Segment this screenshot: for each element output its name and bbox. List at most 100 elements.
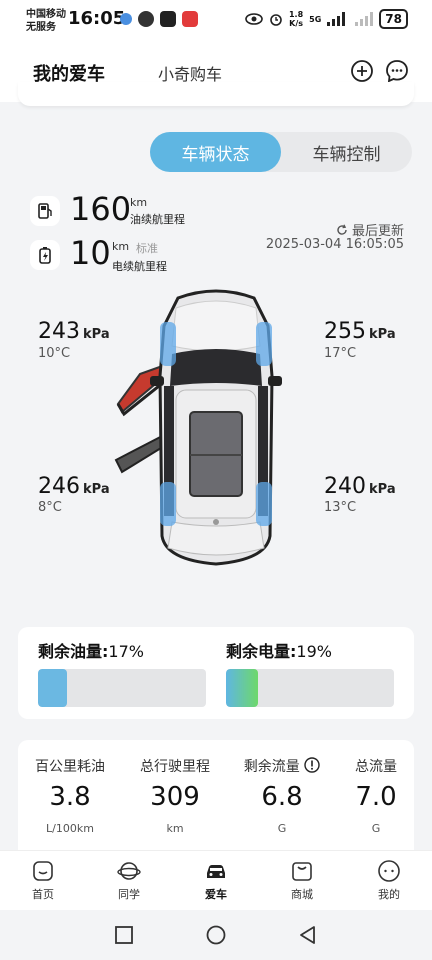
speed-unit: K/s — [289, 19, 304, 28]
fuel-level-title: 剩余油量: — [38, 642, 109, 661]
nav-label: 同学 — [118, 888, 140, 901]
fuel-level-label: 剩余油量:17% — [38, 638, 144, 662]
planet-icon — [117, 862, 141, 880]
status-bar: 中国移动 无服务 16:05 1.8 K/s 5G 78 — [0, 0, 432, 40]
electric-range-value: 10 — [70, 234, 111, 272]
fuel-level-fill — [38, 669, 67, 707]
battery-indicator: 78 — [379, 9, 408, 29]
carrier-info: 中国移动 无服务 — [26, 8, 66, 34]
alarm-icon — [270, 14, 282, 26]
fuel-level-value: 17% — [108, 642, 144, 661]
app-notification-icon — [120, 13, 132, 25]
nav-label: 首页 — [32, 888, 54, 901]
car-icon — [207, 865, 225, 878]
tire-rear-left-pressure: 246 — [38, 474, 80, 499]
battery-level-bar — [226, 669, 394, 707]
stat-unit: G — [371, 822, 381, 835]
nav-my-car[interactable]: 爱车 — [186, 859, 246, 902]
fuel-range-value: 160 — [70, 190, 132, 228]
nav-classmates[interactable]: 同学 — [99, 859, 159, 902]
stat-total-data: 总流量 7.0 G — [326, 756, 426, 835]
last-update-time: 2025-03-04 16:05:05 — [265, 237, 404, 252]
battery-level-fill — [226, 669, 258, 707]
stat-label: 总流量 — [355, 759, 397, 775]
fuel-range-unit: km — [130, 196, 148, 209]
stat-label: 总行驶里程 — [140, 759, 210, 775]
stat-label: 百公里耗油 — [35, 759, 105, 775]
stat-fuel-consumption: 百公里耗油 3.8 L/100km — [20, 756, 120, 835]
back-button[interactable] — [297, 924, 319, 946]
tire-rear-right-temp: 13°C — [324, 500, 357, 515]
driving-stats-card: 百公里耗油 3.8 L/100km 总行驶里程 309 km 剩余流量 6.8 … — [18, 740, 414, 850]
nav-home[interactable]: 首页 — [13, 859, 73, 902]
nav-label: 商城 — [291, 888, 313, 901]
signal-icon — [327, 12, 346, 26]
plus-circle-icon[interactable] — [350, 59, 374, 83]
recent-apps-button[interactable] — [113, 924, 135, 946]
speed-value: 1.8 — [288, 10, 304, 19]
notification-icons — [120, 11, 198, 27]
nav-label: 爱车 — [205, 888, 227, 901]
nav-label: 我的 — [378, 888, 400, 901]
shopping-bag-icon — [292, 862, 312, 881]
fuel-range-label: 油续航里程 — [130, 213, 185, 226]
stat-value: 309 — [150, 782, 200, 812]
bottom-navigation: 首页 同学 爱车 商城 我的 — [0, 850, 432, 910]
home-icon — [33, 861, 53, 881]
signal-icon-secondary — [355, 12, 374, 26]
tire-front-left-unit: kPa — [83, 327, 110, 342]
tire-front-right-pressure: 255 — [324, 319, 366, 344]
info-circle-icon[interactable] — [304, 757, 320, 773]
stat-unit: L/100km — [46, 822, 94, 835]
electric-range-label: 电续航里程 — [112, 260, 167, 273]
segmented-control: 车辆状态 车辆控制 — [150, 132, 412, 172]
remaining-levels-card: 剩余油量:17% 剩余电量:19% — [18, 627, 414, 719]
tire-rear-left-temp: 8°C — [38, 500, 62, 515]
stat-unit: km — [166, 822, 184, 835]
clock: 16:05 — [68, 8, 126, 29]
app-notification-icon — [182, 11, 198, 27]
tire-front-right-unit: kPa — [369, 327, 396, 342]
network-type: 5G — [309, 14, 322, 24]
nav-mall[interactable]: 商城 — [272, 859, 332, 902]
stat-unit: G — [277, 822, 287, 835]
header-card-edge — [18, 82, 414, 106]
eye-icon — [245, 13, 263, 25]
tab-vehicle-control[interactable]: 车辆控制 — [281, 132, 412, 172]
refresh-icon — [337, 224, 347, 235]
electric-range-unit: km — [112, 240, 130, 253]
fuel-level-bar — [38, 669, 206, 707]
tire-front-right-temp: 17°C — [324, 346, 357, 361]
fuel-pump-icon — [30, 196, 60, 226]
tire-front-left-pressure: 243 — [38, 319, 80, 344]
battery-level-title: 剩余电量: — [226, 642, 297, 661]
app-notification-icon — [138, 11, 154, 27]
tire-rear-right-unit: kPa — [369, 482, 396, 497]
stat-label-row: 剩余流量 — [232, 756, 332, 776]
stat-value: 6.8 — [261, 782, 303, 812]
home-button[interactable] — [205, 924, 227, 946]
nav-profile[interactable]: 我的 — [359, 859, 419, 902]
network-speed: 1.8 K/s — [289, 10, 303, 28]
system-navigation-bar — [0, 910, 432, 960]
car-top-view-image — [114, 289, 282, 566]
tab-vehicle-status[interactable]: 车辆状态 — [150, 132, 281, 172]
chat-bubble-icon[interactable] — [385, 59, 409, 83]
profile-icon — [378, 860, 400, 882]
carrier-name: 中国移动 — [26, 9, 66, 20]
status-indicators: 1.8 K/s 5G 78 — [245, 9, 408, 29]
tire-rear-right-pressure: 240 — [324, 474, 366, 499]
battery-level-value: 19% — [296, 642, 332, 661]
electric-range-standard: 标准 — [136, 242, 158, 255]
stat-remaining-data: 剩余流量 6.8 G — [232, 756, 332, 835]
battery-level-label: 剩余电量:19% — [226, 638, 332, 662]
stat-label: 剩余流量 — [243, 759, 300, 775]
app-notification-icon — [160, 11, 176, 27]
tire-rear-left-unit: kPa — [83, 482, 110, 497]
stat-value: 7.0 — [355, 782, 397, 812]
carrier-status: 无服务 — [26, 22, 56, 33]
tire-front-left-temp: 10°C — [38, 346, 71, 361]
battery-icon — [30, 240, 60, 270]
stat-total-mileage: 总行驶里程 309 km — [125, 756, 225, 835]
stat-value: 3.8 — [49, 782, 91, 812]
